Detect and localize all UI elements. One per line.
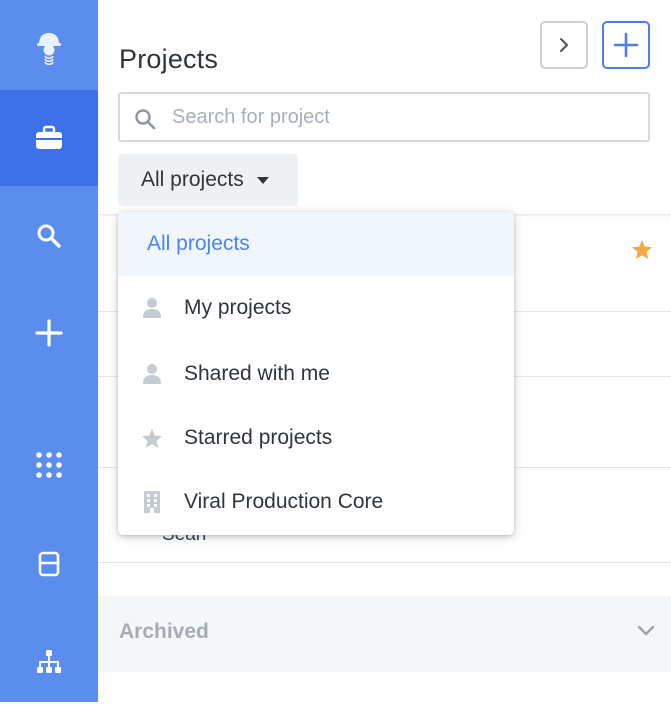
- sidebar-item-hierarchy[interactable]: [0, 614, 98, 710]
- menu-item-label: Starred projects: [184, 426, 333, 449]
- search-box: [118, 92, 650, 142]
- filter-selected-label: All projects: [141, 168, 244, 191]
- archived-section-header[interactable]: Archived: [98, 596, 671, 672]
- expand-panel-button[interactable]: [540, 21, 588, 69]
- caret-down-icon: [256, 177, 269, 184]
- menu-item-all-projects[interactable]: All projects: [118, 212, 514, 276]
- sidebar-item-search[interactable]: [0, 188, 98, 284]
- search-icon: [37, 224, 61, 248]
- search-icon: [135, 109, 156, 130]
- sidebar-item-layout[interactable]: [0, 516, 98, 612]
- layout-icon: [38, 551, 60, 577]
- sidebar-item-profile[interactable]: [0, 0, 98, 96]
- chevron-down-icon: [637, 625, 655, 636]
- lab-avatar-icon: [37, 33, 61, 66]
- sidebar-item-create[interactable]: [0, 285, 98, 381]
- menu-item-label: Shared with me: [184, 362, 330, 385]
- person-icon: [138, 297, 166, 319]
- star-icon: [138, 428, 166, 449]
- briefcase-icon: [36, 125, 62, 149]
- project-filter-menu: All projects My projects Shared with me …: [118, 212, 514, 535]
- menu-item-label: My projects: [184, 296, 292, 319]
- menu-item-viral-production-core[interactable]: Viral Production Core: [118, 470, 514, 534]
- person-icon: [138, 363, 166, 385]
- menu-item-label: All projects: [147, 232, 250, 255]
- page-title: Projects: [119, 44, 219, 75]
- menu-item-shared-with-me[interactable]: Shared with me: [118, 342, 514, 406]
- search-input[interactable]: [172, 104, 632, 130]
- menu-item-my-projects[interactable]: My projects: [118, 276, 514, 340]
- plus-icon: [613, 32, 639, 58]
- sidebar-item-apps[interactable]: [0, 417, 98, 513]
- add-project-button[interactable]: [602, 21, 650, 69]
- sidebar-item-projects[interactable]: [0, 90, 98, 186]
- plus-icon: [35, 319, 63, 347]
- menu-item-starred-projects[interactable]: Starred projects: [118, 406, 514, 470]
- archived-label: Archived: [119, 620, 209, 643]
- apps-grid-icon: [36, 452, 62, 478]
- building-icon: [138, 490, 166, 514]
- chevron-right-icon: [560, 38, 568, 52]
- menu-item-label: Viral Production Core: [184, 490, 384, 513]
- sidebar: [0, 0, 98, 702]
- hierarchy-icon: [37, 650, 61, 673]
- project-filter-dropdown[interactable]: All projects: [118, 154, 298, 206]
- star-icon[interactable]: [631, 239, 653, 260]
